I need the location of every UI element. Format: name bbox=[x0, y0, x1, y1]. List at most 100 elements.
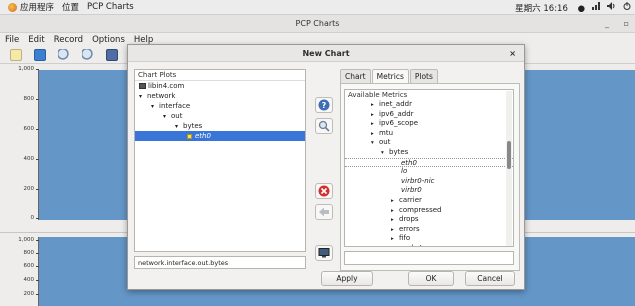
metric-tree-row[interactable]: ▾ out bbox=[345, 138, 513, 148]
chart-plots-tree-row[interactable]: ▾ interface bbox=[135, 101, 305, 111]
metric-tree-row[interactable]: ▸ ipv6_addr bbox=[345, 110, 513, 120]
metric-row-label: fifo bbox=[399, 234, 411, 243]
metric-row-label: inet_addr bbox=[379, 100, 412, 108]
metric-tree-row[interactable]: ▸ inet_addr bbox=[345, 100, 513, 110]
open-icon[interactable] bbox=[34, 49, 46, 61]
metric-row-label: bytes bbox=[389, 147, 409, 156]
clock-label: 星期六 16:16 bbox=[515, 3, 568, 14]
info-button[interactable]: ? bbox=[315, 97, 333, 113]
applications-menu[interactable]: 应用程序 bbox=[8, 1, 54, 13]
tree-row-label: libin4.com bbox=[148, 82, 185, 90]
metric-tree-row[interactable]: lo bbox=[345, 167, 513, 177]
metrics-tab-pane: Available Metrics ▸ inet_addr ▸ ipv6_addr ▸ i… bbox=[340, 83, 520, 271]
maximize-button[interactable]: ▫ bbox=[624, 19, 629, 28]
chart-2-ytick: 600 bbox=[6, 263, 39, 269]
zoom-out-icon[interactable] bbox=[82, 49, 94, 61]
metric-tree-row[interactable]: ▸packets bbox=[345, 244, 513, 247]
metric-tree-row[interactable]: ▾ bytes bbox=[345, 148, 513, 158]
tree-row-label: network bbox=[147, 92, 176, 100]
chart-2-ytick: 400 bbox=[6, 277, 39, 283]
expand-arrow-icon[interactable]: ▸ bbox=[391, 245, 399, 247]
metric-row-label: virbr0-nic bbox=[401, 176, 435, 185]
tab-metrics[interactable]: Metrics bbox=[371, 69, 409, 83]
back-arrow-icon bbox=[319, 207, 329, 217]
scrollbar-thumb[interactable] bbox=[507, 141, 511, 169]
chart-plots-tree-row[interactable]: ▾ out bbox=[135, 111, 305, 121]
tree-row-label: interface bbox=[159, 102, 191, 110]
metric-row-label: compressed bbox=[399, 205, 442, 214]
metric-tree-row[interactable]: ▸ fifo bbox=[345, 234, 513, 244]
clock[interactable]: 星期六 16:16 ● bbox=[508, 2, 585, 14]
available-metrics-tree[interactable]: Available Metrics ▸ inet_addr ▸ ipv6_addr ▸ i… bbox=[344, 89, 514, 247]
active-app-label[interactable]: PCP Charts bbox=[87, 2, 134, 12]
new-chart-dialog: New Chart × Chart Plots libin4.com ▾ netwo… bbox=[127, 44, 525, 290]
delete-button[interactable] bbox=[315, 183, 333, 199]
notification-dot: ● bbox=[577, 3, 585, 14]
minimize-button[interactable]: _ bbox=[605, 19, 609, 28]
metric-row-label: out bbox=[379, 138, 391, 147]
apply-button[interactable]: Apply bbox=[321, 271, 373, 286]
metric-row-label: ipv6_scope bbox=[379, 119, 419, 128]
metric-tree-row[interactable]: ▸ carrier bbox=[345, 196, 513, 206]
tree-row-label: bytes bbox=[183, 122, 203, 130]
chart-plots-panel: Chart Plots libin4.com ▾ network ▾ interface… bbox=[134, 69, 306, 269]
available-metrics-header: Available Metrics bbox=[348, 91, 408, 99]
metric-row-label: lo bbox=[401, 167, 408, 176]
delete-icon bbox=[318, 185, 330, 197]
chart-plots-header: Chart Plots bbox=[135, 70, 305, 81]
metrics-filter-field[interactable] bbox=[344, 251, 514, 265]
metric-tree-row[interactable]: ▸ compressed bbox=[345, 206, 513, 216]
menu-options[interactable]: Options bbox=[92, 35, 125, 45]
expand-arrow-icon[interactable]: ▾ bbox=[381, 149, 389, 159]
places-menu[interactable]: 位置 bbox=[62, 1, 79, 13]
chart-1-ytick: 400 bbox=[6, 156, 39, 162]
metric-path-field[interactable]: network.interface.out.bytes bbox=[134, 256, 306, 269]
chart-plots-tree-row[interactable]: libin4.com bbox=[135, 81, 305, 91]
back-button[interactable] bbox=[315, 204, 333, 220]
export-icon[interactable] bbox=[106, 49, 118, 61]
chart-plots-tree[interactable]: Chart Plots libin4.com ▾ network ▾ interface… bbox=[134, 69, 306, 252]
chart-plots-tree-row[interactable]: ▾ bytes bbox=[135, 121, 305, 131]
chart-plots-tree-row[interactable]: eth0 bbox=[135, 131, 305, 141]
metric-tree-row[interactable]: ▸ drops bbox=[345, 215, 513, 225]
menu-record[interactable]: Record bbox=[54, 35, 83, 45]
tree-row-label: out bbox=[171, 112, 183, 120]
applications-icon bbox=[8, 2, 17, 12]
volume-icon[interactable] bbox=[607, 2, 616, 13]
power-icon[interactable] bbox=[623, 2, 631, 13]
monitor-button[interactable] bbox=[315, 245, 333, 261]
ok-button[interactable]: OK bbox=[408, 271, 454, 286]
window-titlebar: PCP Charts _ ▫ bbox=[0, 15, 635, 33]
metric-row-label: virbr0 bbox=[401, 186, 422, 195]
new-chart-icon[interactable] bbox=[10, 49, 22, 61]
metric-tree-row[interactable]: virbr0-nic bbox=[345, 177, 513, 187]
chart-1-ytick: 600 bbox=[6, 126, 39, 132]
menu-file[interactable]: File bbox=[5, 35, 19, 45]
metric-row-label: drops bbox=[399, 215, 419, 224]
metrics-scrollbar[interactable] bbox=[506, 91, 512, 246]
tab-chart[interactable]: Chart bbox=[340, 69, 371, 83]
metric-tree-row[interactable]: ▸ errors bbox=[345, 225, 513, 235]
network-icon[interactable] bbox=[592, 2, 600, 13]
metric-row-label: errors bbox=[399, 224, 420, 233]
tab-plots[interactable]: Plots bbox=[409, 69, 438, 83]
close-icon[interactable]: × bbox=[509, 45, 516, 62]
expand-arrow-icon[interactable]: ▾ bbox=[371, 139, 379, 149]
tree-row-label: eth0 bbox=[195, 132, 211, 140]
metric-tree-row[interactable]: virbr0 bbox=[345, 186, 513, 196]
metric-tree-row[interactable]: ▸ mtu bbox=[345, 129, 513, 139]
chart-1-ytick: 200 bbox=[6, 186, 39, 192]
dialog-titlebar: New Chart × bbox=[128, 45, 524, 62]
search-button[interactable] bbox=[315, 118, 333, 134]
metric-tree-row[interactable]: eth0 bbox=[345, 157, 513, 168]
window-title: PCP Charts bbox=[295, 19, 340, 28]
chart-plots-tree-row[interactable]: ▾ network bbox=[135, 91, 305, 101]
menu-edit[interactable]: Edit bbox=[28, 35, 44, 45]
host-icon bbox=[139, 83, 146, 89]
applications-label: 应用程序 bbox=[20, 3, 55, 13]
metric-tree-row[interactable]: ▸ ipv6_scope bbox=[345, 119, 513, 129]
zoom-in-icon[interactable] bbox=[58, 49, 70, 61]
dialog-title: New Chart bbox=[302, 49, 350, 58]
metric-row-label: eth0 bbox=[401, 158, 417, 167]
cancel-button[interactable]: Cancel bbox=[465, 271, 515, 286]
